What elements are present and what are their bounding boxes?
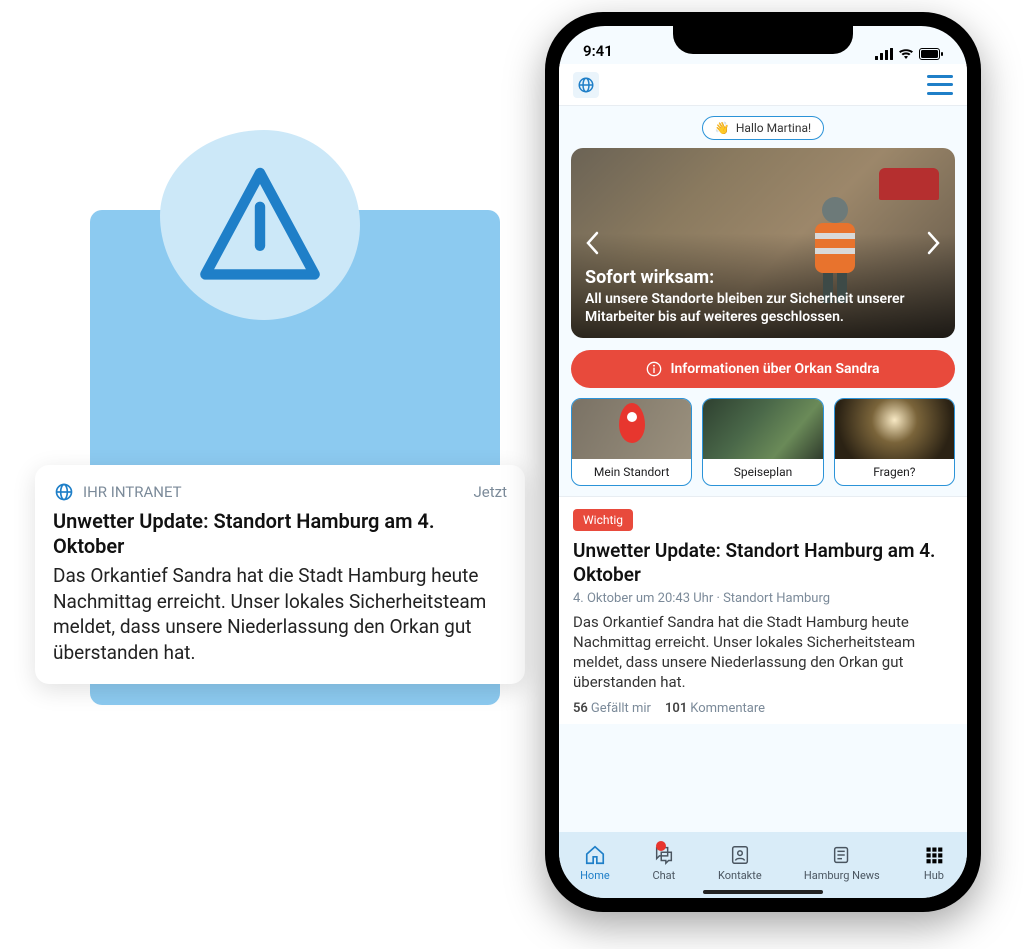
tile-label: Speiseplan	[703, 459, 822, 485]
info-button-label: Informationen über Orkan Sandra	[670, 361, 879, 377]
home-icon	[583, 843, 607, 867]
hero-title: Sofort wirksam:	[585, 267, 941, 288]
status-time: 9:41	[583, 42, 613, 60]
chevron-left-icon	[585, 231, 599, 255]
notification-badge	[656, 841, 666, 851]
news-body: Das Orkantief Sandra hat die Stadt Hambu…	[573, 612, 953, 693]
battery-icon	[919, 48, 943, 60]
nav-label: Hamburg News	[804, 869, 880, 882]
greeting-chip: 👋 Hallo Martina!	[702, 116, 824, 140]
tile-label: Mein Standort	[572, 459, 691, 485]
tile-questions-image	[835, 399, 954, 459]
tile-questions[interactable]: Fragen?	[834, 398, 955, 486]
menu-button[interactable]	[927, 75, 953, 95]
nav-label: Home	[580, 869, 610, 882]
hero-subtitle: All unsere Standorte bleiben zur Sicherh…	[585, 290, 941, 326]
push-body: Das Orkantief Sandra hat die Stadt Hambu…	[53, 563, 507, 666]
news-stats: 56Gefällt mir 101Kommentare	[573, 701, 953, 716]
app-logo[interactable]	[573, 72, 599, 98]
push-app-name: IHR INTRANET	[83, 483, 182, 501]
likes-count: 56	[573, 701, 588, 716]
alert-triangle-icon	[195, 160, 325, 290]
nav-hub[interactable]: Hub	[922, 843, 946, 882]
quick-tiles: Mein Standort Speiseplan Fragen?	[571, 398, 955, 486]
contacts-icon	[728, 843, 752, 867]
tile-location[interactable]: Mein Standort	[571, 398, 692, 486]
tile-location-image	[572, 399, 691, 459]
info-icon	[646, 361, 662, 377]
hero-text: Sofort wirksam: All unsere Standorte ble…	[585, 267, 941, 326]
hero-bus-graphic	[879, 168, 939, 200]
push-header: IHR INTRANET Jetzt	[53, 481, 507, 503]
phone-notch	[673, 26, 853, 54]
nav-label: Hub	[924, 869, 944, 882]
wave-icon: 👋	[715, 121, 730, 135]
nav-label: Kontakte	[718, 869, 762, 882]
greeting-text: Hallo Martina!	[736, 121, 811, 135]
nav-contacts[interactable]: Kontakte	[718, 843, 762, 882]
phone-screen: 9:41 👋 Hallo Ma	[559, 26, 967, 898]
hero-next-button[interactable]	[919, 228, 949, 258]
nav-chat[interactable]: Chat	[652, 843, 676, 882]
news-icon	[830, 843, 854, 867]
signal-icon	[875, 48, 893, 60]
hero-prev-button[interactable]	[577, 228, 607, 258]
comments-label: Kommentare	[690, 701, 765, 716]
importance-badge: Wichtig	[573, 509, 633, 531]
push-title: Unwetter Update: Standort Hamburg am 4. …	[53, 509, 507, 559]
grid-icon	[922, 843, 946, 867]
comments-count: 101	[665, 701, 687, 716]
globe-icon	[54, 482, 74, 502]
push-app-icon	[53, 481, 75, 503]
chevron-right-icon	[927, 231, 941, 255]
news-article[interactable]: Wichtig Unwetter Update: Standort Hambur…	[559, 496, 967, 724]
news-title: Unwetter Update: Standort Hamburg am 4. …	[573, 539, 953, 587]
tile-menu-image	[703, 399, 822, 459]
news-meta: 4. Oktober um 20:43 Uhr · Standort Hambu…	[573, 591, 953, 606]
sandra-info-button[interactable]: Informationen über Orkan Sandra	[571, 350, 955, 388]
tile-label: Fragen?	[835, 459, 954, 485]
nav-home[interactable]: Home	[580, 843, 610, 882]
globe-icon	[577, 76, 595, 94]
push-time: Jetzt	[474, 483, 508, 501]
push-notification[interactable]: IHR INTRANET Jetzt Unwetter Update: Stan…	[35, 465, 525, 684]
home-indicator	[703, 890, 823, 894]
tile-menu[interactable]: Speiseplan	[702, 398, 823, 486]
app-header	[559, 64, 967, 106]
nav-news[interactable]: Hamburg News	[804, 843, 880, 882]
phone-frame: 9:41 👋 Hallo Ma	[545, 12, 981, 912]
nav-label: Chat	[652, 869, 675, 882]
bottom-nav: Home Chat Kontakte Hamburg News	[559, 832, 967, 898]
wifi-icon	[898, 48, 914, 60]
likes-label: Gefällt mir	[591, 701, 651, 716]
hero-banner[interactable]: Sofort wirksam: All unsere Standorte ble…	[571, 148, 955, 338]
